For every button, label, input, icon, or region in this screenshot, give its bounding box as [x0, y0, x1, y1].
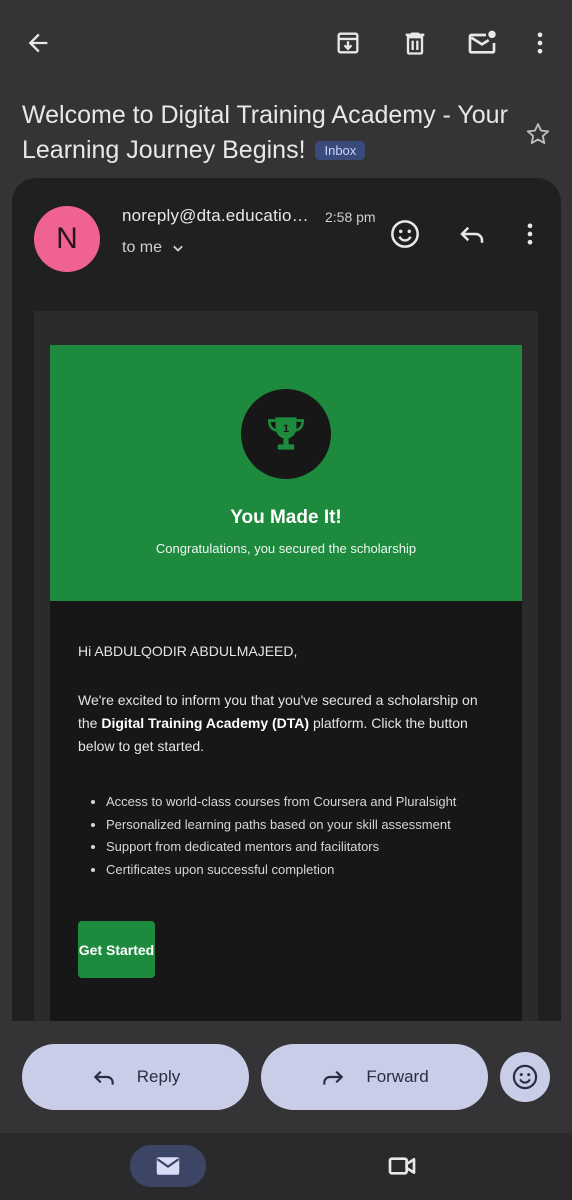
add-reaction-button[interactable] [381, 210, 429, 258]
reply-label: Reply [136, 1067, 181, 1086]
avatar[interactable]: N [34, 206, 100, 272]
trophy-number: 1 [283, 423, 290, 435]
archive-icon [334, 29, 362, 57]
more-vert-icon [516, 220, 544, 248]
delete-button[interactable] [391, 19, 439, 67]
reply-icon [457, 219, 487, 249]
email-content: Hi ABDULQODIR ABDULMAJEED, We're excited… [50, 601, 522, 1078]
hero-subtitle: Congratulations, you secured the scholar… [155, 541, 417, 556]
trophy-icon: 1 [261, 409, 311, 459]
email-body: 1 You Made It! Congratulations, you secu… [34, 311, 538, 1078]
bottom-action-bar: Reply Forward [0, 1021, 572, 1133]
video-camera-icon [386, 1150, 418, 1182]
list-item: Access to world-class courses from Cours… [106, 791, 526, 814]
benefits-list: Access to world-class courses from Cours… [78, 791, 526, 881]
reply-button[interactable]: Reply [22, 1044, 249, 1110]
greeting: Hi ABDULQODIR ABDULMAJEED, [78, 643, 298, 659]
mark-unread-icon [466, 27, 498, 59]
star-button[interactable] [514, 110, 562, 158]
get-started-button[interactable]: Get Started [78, 921, 155, 978]
list-item: Certificates upon successful completion [106, 859, 526, 882]
forward-label: Forward [366, 1067, 429, 1086]
archive-button[interactable] [324, 19, 372, 67]
bottom-navigation [0, 1133, 572, 1200]
top-app-bar [0, 0, 572, 88]
forward-icon [320, 1064, 346, 1090]
message-time: 2:58 pm [325, 209, 376, 225]
star-outline-icon [524, 120, 552, 148]
inbox-label-badge[interactable]: Inbox [315, 141, 366, 160]
emoji-icon [511, 1063, 539, 1091]
reply-icon-button[interactable] [448, 210, 496, 258]
back-button[interactable] [14, 19, 62, 67]
email-subject: Welcome to Digital Training Academy - Yo… [22, 98, 512, 168]
list-item: Support from dedicated mentors and facil… [106, 836, 526, 859]
forward-button[interactable]: Forward [261, 1044, 488, 1110]
delete-icon [401, 29, 429, 57]
reply-icon [91, 1064, 117, 1090]
more-vert-icon [526, 29, 554, 57]
trophy-badge: 1 [241, 389, 331, 479]
message-more-button[interactable] [506, 210, 554, 258]
react-emoji-button[interactable] [500, 1052, 550, 1102]
emoji-icon [389, 218, 421, 250]
sender-address[interactable]: noreply@dta.educatio… [122, 206, 322, 226]
hero-title: You Made It! [230, 507, 342, 528]
intro-paragraph: We're excited to inform you that you've … [78, 689, 498, 758]
nav-mail-tab[interactable] [130, 1145, 206, 1187]
hero-banner: 1 You Made It! Congratulations, you secu… [50, 345, 522, 601]
recipient-text: to me [122, 239, 163, 256]
mail-icon [153, 1151, 183, 1181]
mark-unread-button[interactable] [458, 19, 506, 67]
message-card: N noreply@dta.educatio… 2:58 pm to me 1 … [12, 178, 561, 1078]
nav-meet-tab[interactable] [378, 1145, 426, 1187]
more-options-button[interactable] [516, 19, 564, 67]
list-item: Personalized learning paths based on you… [106, 814, 526, 837]
subject-text: Welcome to Digital Training Academy - Yo… [22, 101, 508, 164]
arrow-back-icon [24, 29, 52, 57]
chevron-down-icon [168, 238, 188, 258]
platform-name: Digital Training Academy (DTA) [101, 715, 310, 731]
recipient-details-toggle[interactable]: to me [122, 238, 188, 258]
